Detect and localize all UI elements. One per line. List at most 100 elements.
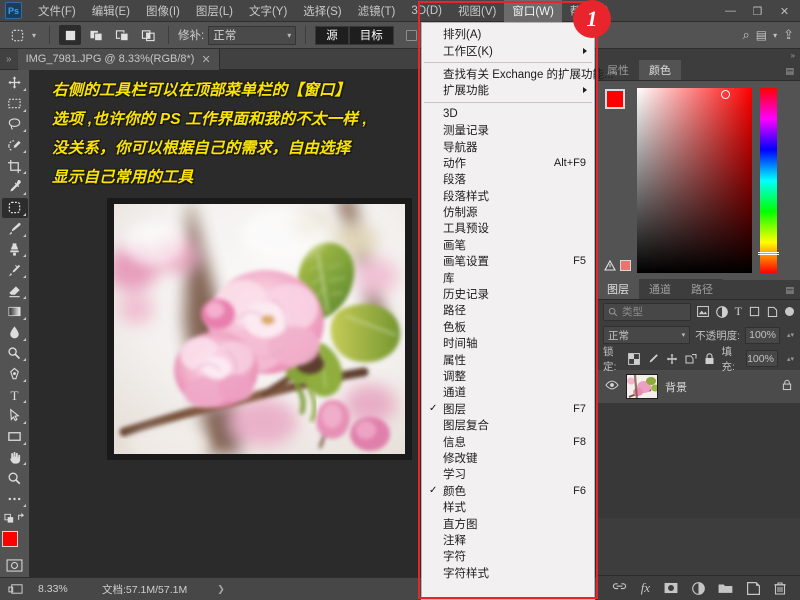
window-menu-item[interactable]: 动作Alt+F9 <box>422 155 594 171</box>
menu-7[interactable]: 3D(D) <box>403 2 450 20</box>
blend-mode-select[interactable]: 正常 ▾ <box>603 326 690 344</box>
intersect-selection-button[interactable] <box>137 25 159 45</box>
patch-target-button[interactable]: 目标 <box>349 26 394 45</box>
type-filter-icon[interactable]: T <box>735 304 742 319</box>
window-menu-item[interactable]: 导航器 <box>422 138 594 154</box>
window-menu-item[interactable]: 仿制源 <box>422 204 594 220</box>
status-options-chevron-icon[interactable]: ❯ <box>217 584 225 595</box>
lock-image-pixels-icon[interactable] <box>647 353 659 365</box>
document-tab[interactable]: IMG_7981.JPG @ 8.33%(RGB/8*) ✕ <box>18 49 220 70</box>
tab-overflow-chevrons-icon[interactable]: » <box>0 54 18 65</box>
opacity-field[interactable]: 100% <box>745 327 780 344</box>
patch-source-button[interactable]: 源 <box>315 26 349 45</box>
layer-visibility-eye-icon[interactable] <box>605 380 619 393</box>
pen-tool[interactable] <box>2 364 28 384</box>
clone-stamp-tool[interactable] <box>2 240 28 260</box>
window-menu-item[interactable]: 历史记录 <box>422 286 594 302</box>
window-menu-item[interactable]: 工具预设 <box>422 220 594 236</box>
tab-layers[interactable]: 图层 <box>597 279 639 299</box>
menu-9[interactable]: 窗口(W) <box>504 0 562 22</box>
window-menu-item[interactable]: 扩展功能 <box>422 82 594 98</box>
out-of-gamut-warning[interactable] <box>604 260 631 271</box>
window-menu-item[interactable]: 字符样式 <box>422 565 594 581</box>
hue-strip-marker[interactable] <box>758 252 779 255</box>
table-row[interactable]: 背景 <box>597 370 800 403</box>
window-menu-item[interactable]: 排列(A) <box>422 26 594 42</box>
adjustment-layer-icon[interactable] <box>692 582 705 595</box>
lock-transparent-pixels-icon[interactable] <box>628 353 640 365</box>
window-menu-item[interactable]: 调整 <box>422 368 594 384</box>
hand-tool[interactable] <box>2 448 28 468</box>
window-menu-item[interactable]: 测量记录 <box>422 122 594 138</box>
window-menu-item[interactable]: 注释 <box>422 532 594 548</box>
move-tool[interactable] <box>2 73 28 93</box>
crop-tool[interactable] <box>2 156 28 176</box>
window-menu-item[interactable]: 画笔 <box>422 237 594 253</box>
window-menu-item[interactable]: 图层复合 <box>422 417 594 433</box>
color-picker-marker[interactable] <box>721 90 730 99</box>
quick-selection-tool[interactable] <box>2 135 28 155</box>
window-menu-item[interactable]: 字符 <box>422 548 594 564</box>
menu-5[interactable]: 选择(S) <box>295 0 349 22</box>
window-menu-item[interactable]: ✓颜色F6 <box>422 483 594 499</box>
document-tab-close-icon[interactable]: ✕ <box>201 53 210 66</box>
filter-enable-toggle[interactable] <box>785 307 794 316</box>
layers-panel-menu-icon[interactable]: ▤ <box>785 285 794 296</box>
window-menu-item[interactable]: 段落 <box>422 171 594 187</box>
patch-mode-select[interactable]: 正常 ▾ <box>208 26 296 45</box>
tool-preset-chevron-icon[interactable]: ▾ <box>32 31 36 40</box>
window-menu-item[interactable]: 修改键 <box>422 450 594 466</box>
lock-all-icon[interactable] <box>704 353 715 365</box>
zoom-tool[interactable] <box>2 468 28 488</box>
lasso-tool[interactable] <box>2 115 28 135</box>
layer-name[interactable]: 背景 <box>665 379 775 395</box>
window-menu-item[interactable]: 时间轴 <box>422 335 594 351</box>
fill-stepper-icon[interactable]: ▴▾ <box>787 355 794 363</box>
rectangular-marquee-tool[interactable] <box>2 94 28 114</box>
window-menu-item[interactable]: 通道 <box>422 384 594 400</box>
fill-field[interactable]: 100% <box>746 350 778 367</box>
window-menu-item[interactable]: 信息F8 <box>422 433 594 449</box>
blur-tool[interactable] <box>2 323 28 343</box>
patch-tool[interactable] <box>2 198 28 218</box>
add-to-selection-button[interactable] <box>85 25 107 45</box>
window-menu-item[interactable]: 路径 <box>422 302 594 318</box>
layer-thumbnail[interactable] <box>626 374 658 399</box>
window-menu-item[interactable]: 3D <box>422 106 594 122</box>
tab-paths[interactable]: 路径 <box>681 279 723 299</box>
lock-artboard-nesting-icon[interactable] <box>685 353 697 365</box>
brush-tool[interactable] <box>2 219 28 239</box>
transparent-checkbox[interactable] <box>406 30 417 41</box>
rectangle-tool[interactable] <box>2 427 28 447</box>
window-menu-item[interactable]: 属性 <box>422 351 594 367</box>
menu-6[interactable]: 滤镜(T) <box>350 0 404 22</box>
lock-position-icon[interactable] <box>666 353 678 365</box>
edit-toolbar-tool[interactable] <box>2 489 28 509</box>
window-menu-dropdown[interactable]: 排列(A)工作区(K)查找有关 Exchange 的扩展功能...扩展功能3D测… <box>421 22 595 600</box>
window-menu-item[interactable]: 画笔设置F5 <box>422 253 594 269</box>
color-swatches[interactable] <box>2 531 28 552</box>
color-panel-foreground-swatch[interactable] <box>605 89 625 109</box>
shape-filter-icon[interactable] <box>749 306 760 317</box>
smart-object-filter-icon[interactable] <box>767 306 778 317</box>
eraser-tool[interactable] <box>2 281 28 301</box>
screen-mode-icon[interactable] <box>0 583 30 595</box>
workspace-switcher-icon[interactable]: ▤ <box>756 28 767 42</box>
menu-3[interactable]: 图层(L) <box>188 0 241 22</box>
adjustment-filter-icon[interactable] <box>716 306 728 318</box>
new-layer-icon[interactable] <box>747 582 760 595</box>
path-selection-tool[interactable] <box>2 406 28 426</box>
tab-channels[interactable]: 通道 <box>639 279 681 299</box>
menu-4[interactable]: 文字(Y) <box>241 0 295 22</box>
search-icon[interactable]: ⌕ <box>742 27 749 43</box>
dodge-tool[interactable] <box>2 344 28 364</box>
menu-1[interactable]: 编辑(E) <box>84 0 138 22</box>
window-menu-item[interactable]: 色板 <box>422 319 594 335</box>
opacity-stepper-icon[interactable]: ▴▾ <box>787 331 794 339</box>
window-menu-item[interactable]: 段落样式 <box>422 188 594 204</box>
collapse-panels-icon[interactable]: » <box>791 51 795 60</box>
window-menu-item[interactable]: 样式 <box>422 499 594 515</box>
share-icon[interactable]: ⇪ <box>783 27 794 43</box>
gradient-tool[interactable] <box>2 302 28 322</box>
layer-filter-select[interactable]: 类型 <box>603 303 691 321</box>
